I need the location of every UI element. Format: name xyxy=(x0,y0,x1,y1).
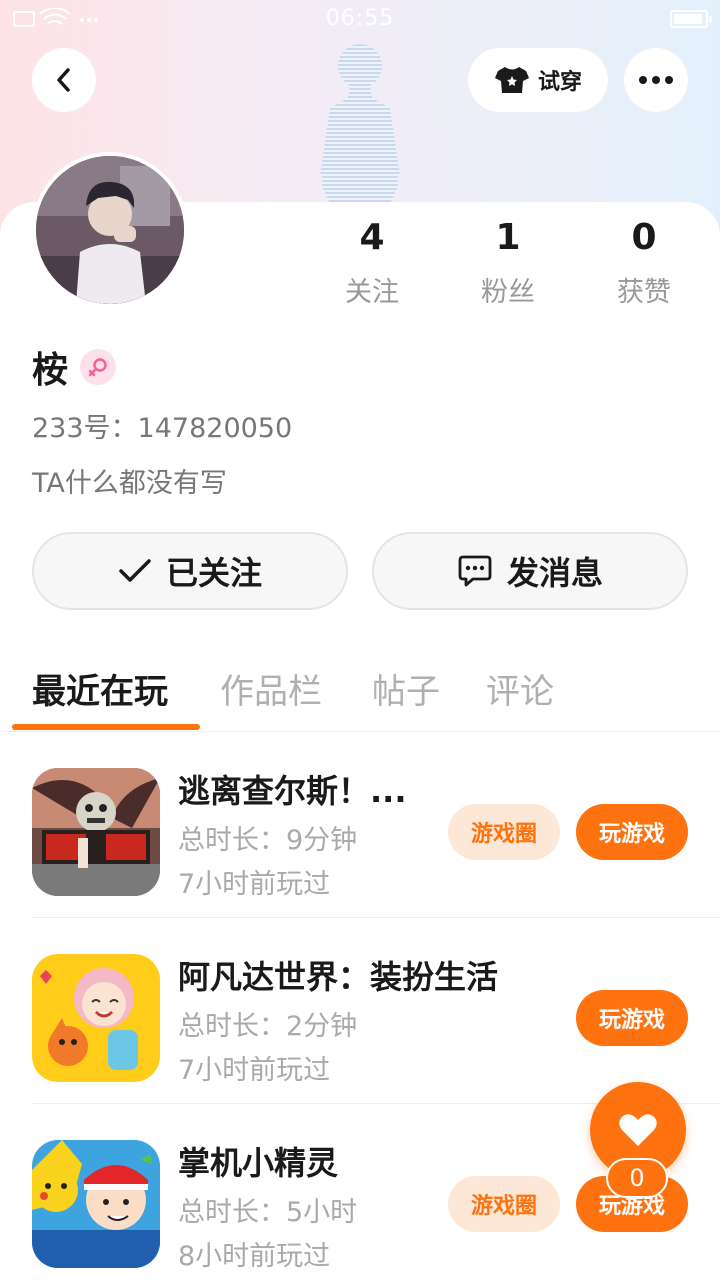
game-circle-button[interactable]: 游戏圈 xyxy=(448,1176,560,1232)
play-game-button[interactable]: 玩游戏 xyxy=(576,990,688,1046)
send-message-button[interactable]: 发消息 xyxy=(372,532,688,610)
chat-bubble-icon xyxy=(458,555,492,587)
more-button[interactable] xyxy=(624,48,688,112)
game-duration: 总时长：9分钟 xyxy=(178,825,358,856)
user-bio: TA什么都没有写 xyxy=(32,468,227,499)
tab-posts[interactable]: 帖子 xyxy=(372,664,440,713)
user-id: 233号：147820050 xyxy=(32,406,292,445)
check-icon xyxy=(119,559,151,582)
stat-following-value: 4 xyxy=(359,217,385,258)
battery-icon xyxy=(670,10,712,28)
tab-works[interactable]: 作品栏 xyxy=(220,664,322,713)
stat-likes-value: 0 xyxy=(631,217,657,258)
stat-following-label: 关注 xyxy=(345,277,399,308)
game-circle-button[interactable]: 游戏圈 xyxy=(448,804,560,860)
followed-button[interactable]: 已关注 xyxy=(32,532,348,610)
avatar-figure-illustration xyxy=(320,44,400,204)
game-duration: 总时长：2分钟 xyxy=(178,1011,358,1042)
followed-label: 已关注 xyxy=(165,554,262,592)
profile-tabs: 最近在玩 作品栏 帖子 评论 xyxy=(0,650,720,732)
tshirt-icon xyxy=(494,67,529,93)
tab-recent-played[interactable]: 最近在玩 xyxy=(32,664,168,713)
try-on-button[interactable]: 试穿 xyxy=(468,48,608,112)
tab-comments[interactable]: 评论 xyxy=(486,664,554,713)
game-title: 掌机小精灵 xyxy=(178,1144,339,1182)
heart-icon xyxy=(619,1114,657,1146)
game-icon-escape-charles[interactable] xyxy=(32,768,160,896)
send-message-label: 发消息 xyxy=(506,554,603,592)
stat-fans[interactable]: 1 粉丝 xyxy=(448,218,568,309)
stat-likes[interactable]: 0 获赞 xyxy=(584,218,704,309)
status-time: 06:55 xyxy=(325,6,395,31)
game-title: 阿凡达世界：装扮生活 xyxy=(178,958,499,996)
game-last-played: 8小时前玩过 xyxy=(178,1241,331,1272)
game-icon-pocket-monsters[interactable] xyxy=(32,1140,160,1268)
stat-following[interactable]: 4 关注 xyxy=(312,218,432,309)
game-duration: 总时长：5小时 xyxy=(178,1197,358,1228)
list-item[interactable]: 逃离查尔斯！... 总时长：9分钟 7小时前玩过 游戏圈 玩游戏 xyxy=(32,732,720,918)
name-row: 桉 xyxy=(32,342,117,392)
more-dots-icon xyxy=(639,76,673,84)
user-id-value: 147820050 xyxy=(137,413,293,444)
active-tab-indicator xyxy=(12,724,200,730)
user-id-label: 233号： xyxy=(32,413,138,444)
game-last-played: 7小时前玩过 xyxy=(178,869,331,900)
list-item[interactable]: 阿凡达世界：装扮生活 总时长：2分钟 7小时前玩过 玩游戏 xyxy=(32,918,720,1104)
game-icon-avatar-world[interactable] xyxy=(32,954,160,1082)
user-name: 桉 xyxy=(32,350,69,391)
female-icon xyxy=(80,349,117,385)
play-game-button[interactable]: 玩游戏 xyxy=(576,804,688,860)
stat-fans-label: 粉丝 xyxy=(481,277,535,308)
back-arrow-icon xyxy=(57,68,70,92)
stat-likes-label: 获赞 xyxy=(617,277,671,308)
try-on-label: 试穿 xyxy=(537,70,582,95)
stat-fans-value: 1 xyxy=(495,217,521,258)
profile-stats: 4 关注 1 粉丝 0 获赞 xyxy=(0,218,720,309)
back-button[interactable] xyxy=(32,48,96,112)
like-count-badge: 0 xyxy=(606,1158,668,1198)
game-last-played: 7小时前玩过 xyxy=(178,1055,331,1086)
game-title: 逃离查尔斯！... xyxy=(178,772,407,810)
status-bar: 06:55 xyxy=(0,0,720,38)
